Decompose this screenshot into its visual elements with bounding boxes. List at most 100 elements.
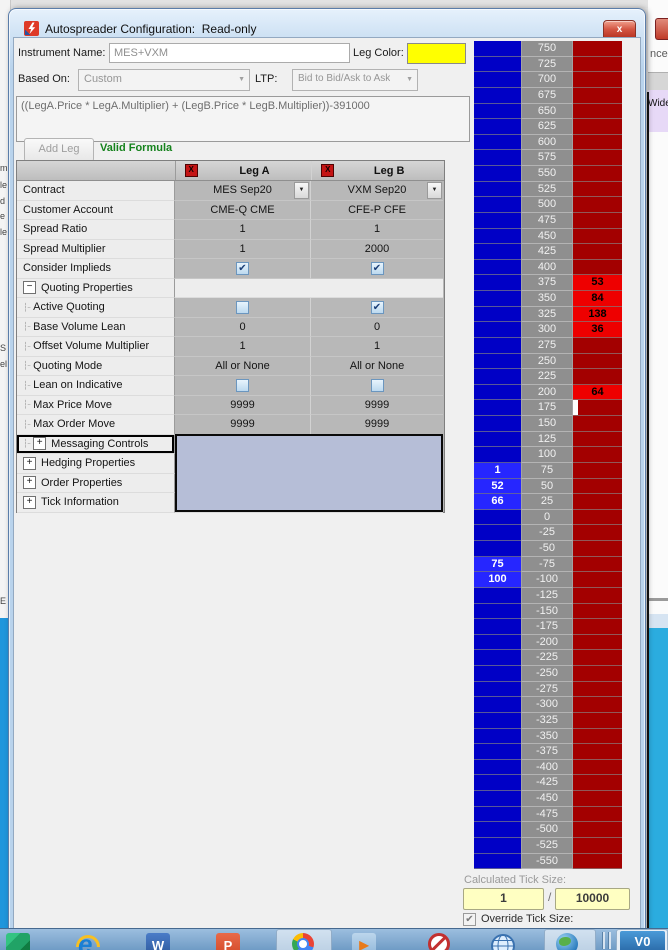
ask-cell[interactable] <box>573 853 622 870</box>
price-cell[interactable]: -325 <box>521 712 573 729</box>
ask-cell[interactable] <box>573 712 622 729</box>
price-cell[interactable]: 75 <box>521 462 573 479</box>
ask-cell[interactable] <box>573 822 622 838</box>
background-close-button-partial[interactable] <box>655 18 668 40</box>
checkbox-cell-leg-a[interactable] <box>175 298 311 318</box>
ask-cell[interactable] <box>573 791 622 807</box>
price-cell[interactable]: 625 <box>521 119 573 135</box>
bid-cell[interactable] <box>474 634 521 651</box>
ask-cell[interactable]: 53 <box>573 275 622 291</box>
bid-cell[interactable] <box>474 447 521 463</box>
chrome-icon[interactable] <box>292 933 314 950</box>
value-cell-leg-b[interactable]: 9999 <box>311 415 443 435</box>
price-cell[interactable]: 325 <box>521 306 573 323</box>
add-leg-button[interactable]: Add Leg <box>24 138 94 162</box>
ask-cell[interactable] <box>573 759 622 776</box>
row-label-cell[interactable]: − Quoting Properties <box>17 278 175 298</box>
price-cell[interactable]: -50 <box>521 541 573 557</box>
dropdown-arrow-icon[interactable]: ▼ <box>427 182 442 199</box>
bid-cell[interactable] <box>474 853 521 870</box>
price-cell[interactable]: -200 <box>521 634 573 651</box>
ask-cell[interactable] <box>573 166 622 182</box>
price-cell[interactable]: 250 <box>521 353 573 370</box>
row-label-cell[interactable]: ┆·· Lean on Indicative <box>17 376 175 396</box>
bid-cell[interactable] <box>474 791 521 807</box>
price-cell[interactable]: -525 <box>521 837 573 854</box>
ask-cell[interactable] <box>573 603 622 620</box>
price-cell[interactable]: 725 <box>521 56 573 73</box>
expand-icon[interactable]: + <box>23 495 36 509</box>
bid-cell[interactable]: 75 <box>474 556 521 573</box>
bid-cell[interactable] <box>474 244 521 260</box>
price-cell[interactable]: -275 <box>521 681 573 698</box>
checkbox-cell-leg-b[interactable] <box>311 376 443 396</box>
leg-b-header-cell[interactable]: X Leg B <box>312 161 444 180</box>
bid-cell[interactable] <box>474 650 521 666</box>
bid-cell[interactable] <box>474 353 521 370</box>
price-cell[interactable]: -550 <box>521 853 573 870</box>
bid-cell[interactable] <box>474 119 521 135</box>
bid-cell[interactable] <box>474 322 521 338</box>
bid-cell[interactable]: 66 <box>474 494 521 510</box>
value-cell-leg-a[interactable]: 1 <box>175 220 311 240</box>
leg-color-swatch[interactable] <box>407 43 466 64</box>
price-cell[interactable]: -375 <box>521 744 573 760</box>
row-label-cell[interactable]: ┆·· Base Volume Lean <box>17 317 175 337</box>
leg-a-header-cell[interactable]: X Leg A <box>176 161 313 180</box>
row-label-cell[interactable]: Spread Multiplier <box>17 239 175 259</box>
internet-explorer-icon[interactable]: e <box>76 929 100 950</box>
unchecked-checkbox[interactable] <box>370 378 384 392</box>
bid-cell[interactable] <box>474 134 521 151</box>
bid-cell[interactable] <box>474 166 521 182</box>
ask-cell[interactable] <box>573 353 622 370</box>
bid-cell[interactable] <box>474 56 521 73</box>
row-label-cell[interactable]: + Order Properties <box>17 473 175 493</box>
price-cell[interactable]: 400 <box>521 259 573 276</box>
ask-cell[interactable] <box>573 681 622 698</box>
ask-cell[interactable] <box>573 587 622 604</box>
checkbox-cell-leg-b[interactable]: ✔ <box>311 298 443 318</box>
price-cell[interactable]: 350 <box>521 291 573 307</box>
bid-cell[interactable] <box>474 525 521 541</box>
tick-size-denominator-field[interactable]: 10000 <box>555 888 630 910</box>
bid-cell[interactable] <box>474 337 521 354</box>
ask-cell[interactable] <box>573 119 622 135</box>
price-cell[interactable]: 125 <box>521 431 573 448</box>
price-cell[interactable]: 175 <box>521 400 573 416</box>
based-on-select[interactable]: Custom ▼ <box>78 69 250 91</box>
ask-cell[interactable] <box>573 228 622 245</box>
row-label-cell[interactable]: Customer Account <box>17 200 175 220</box>
expand-icon[interactable]: + <box>33 437 47 451</box>
ask-cell[interactable] <box>573 212 622 229</box>
price-cell[interactable]: 50 <box>521 478 573 495</box>
ask-cell[interactable] <box>573 619 622 635</box>
row-label-cell[interactable]: ┆·· Quoting Mode <box>17 356 175 376</box>
row-label-cell[interactable]: Consider Implieds <box>17 259 175 279</box>
ask-cell[interactable]: 64 <box>573 384 622 401</box>
value-cell-leg-b[interactable]: 1 <box>311 220 443 240</box>
unchecked-checkbox[interactable] <box>236 378 249 392</box>
bid-cell[interactable] <box>474 744 521 760</box>
row-label-cell[interactable]: ┆·· Max Price Move <box>17 395 175 415</box>
price-cell[interactable]: -225 <box>521 650 573 666</box>
bid-cell[interactable] <box>474 259 521 276</box>
ltp-select[interactable]: Bid to Bid/Ask to Ask ▼ <box>292 69 418 91</box>
price-cell[interactable]: 575 <box>521 150 573 166</box>
unchecked-checkbox[interactable] <box>236 300 249 314</box>
ask-cell[interactable] <box>573 806 622 823</box>
price-cell[interactable]: 425 <box>521 244 573 260</box>
ask-cell[interactable] <box>573 744 622 760</box>
powerpoint-icon[interactable]: P <box>216 933 240 950</box>
ask-cell[interactable] <box>573 416 622 432</box>
bid-cell[interactable] <box>474 759 521 776</box>
remove-leg-icon[interactable]: X <box>184 164 198 177</box>
ask-cell[interactable] <box>573 72 622 88</box>
ask-cell[interactable] <box>573 259 622 276</box>
bid-cell[interactable]: 100 <box>474 572 521 588</box>
ask-cell[interactable] <box>573 541 622 557</box>
price-cell[interactable]: -25 <box>521 525 573 541</box>
row-label-cell[interactable]: + Hedging Properties <box>17 454 175 474</box>
bid-cell[interactable] <box>474 197 521 213</box>
ask-cell[interactable]: 36 <box>573 322 622 338</box>
prohibition-icon[interactable] <box>428 933 450 950</box>
